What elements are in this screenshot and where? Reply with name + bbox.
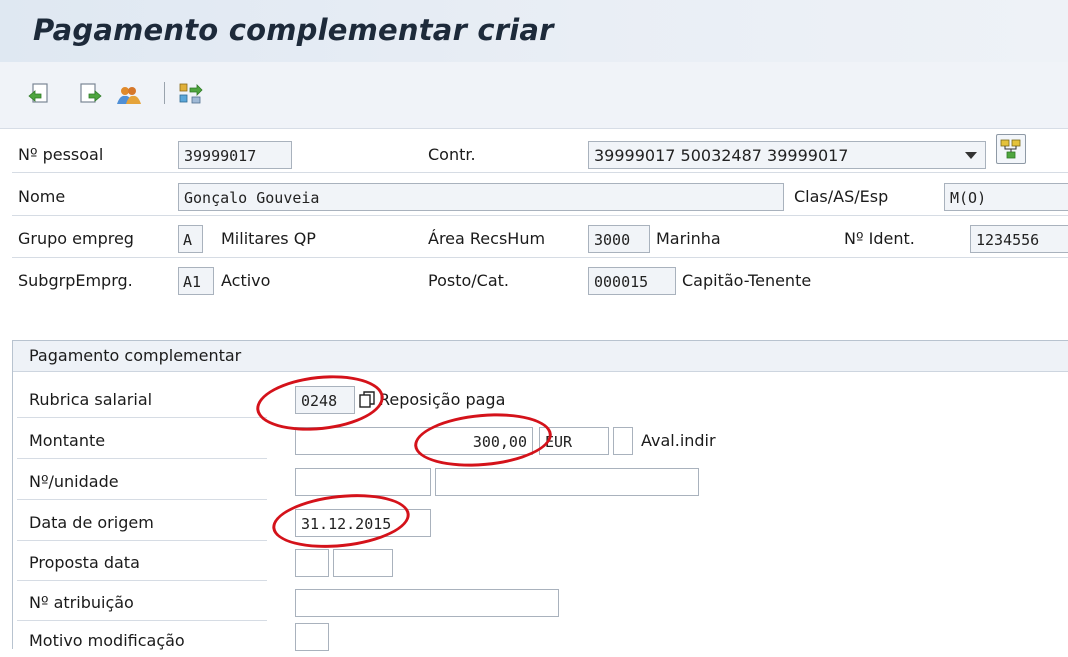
class-field[interactable]: M(O): [944, 183, 1068, 211]
next-icon[interactable]: [75, 79, 105, 109]
row-divider: [17, 580, 267, 581]
position-code[interactable]: 000015: [588, 267, 676, 295]
amount-label: Montante: [29, 431, 106, 450]
proposal-date-field-1[interactable]: [295, 549, 329, 577]
id-no-field[interactable]: 1234556: [970, 225, 1068, 253]
indirect-valuation-label: Aval.indir: [641, 431, 716, 450]
toolbar-separator: [164, 82, 165, 104]
units-unit-field[interactable]: [435, 468, 699, 496]
units-label: Nº/unidade: [29, 472, 119, 491]
employee-subgroup-label: SubgrpEmprg.: [18, 271, 133, 290]
indirect-valuation-checkbox[interactable]: [613, 427, 633, 455]
employee-group-code[interactable]: A: [178, 225, 203, 253]
row-divider: [17, 540, 267, 541]
row-divider: [12, 172, 1068, 173]
application-toolbar: [0, 62, 1068, 129]
assignment-no-label: Nº atribuição: [29, 593, 134, 612]
contract-value: 39999017 50032487 39999017: [594, 146, 849, 165]
group-title: Pagamento complementar: [29, 346, 242, 365]
proposal-date-field-2[interactable]: [333, 549, 393, 577]
change-reason-field[interactable]: [295, 623, 329, 651]
name-label: Nome: [18, 187, 66, 206]
wage-type-text: Reposição paga: [379, 390, 506, 409]
hr-area-text: Marinha: [656, 229, 721, 248]
overview-icon[interactable]: [114, 79, 144, 109]
origin-date-label: Data de origem: [29, 513, 154, 532]
row-divider: [12, 215, 1068, 216]
personnel-no-field[interactable]: 39999017: [178, 141, 292, 169]
title-bar: Pagamento complementar criar: [0, 0, 1068, 62]
contract-select[interactable]: 39999017 50032487 39999017: [588, 141, 986, 169]
hr-area-label: Área RecsHum: [428, 229, 546, 248]
position-label: Posto/Cat.: [428, 271, 509, 290]
employee-subgroup-code[interactable]: A1: [178, 267, 214, 295]
row-divider: [12, 257, 1068, 258]
row-divider: [17, 458, 267, 459]
units-number-field[interactable]: [295, 468, 431, 496]
employee-group-label: Grupo empreg: [18, 229, 134, 248]
name-field[interactable]: Gonçalo Gouveia: [178, 183, 784, 211]
proposal-date-label: Proposta data: [29, 553, 140, 572]
org-structure-icon: [1000, 139, 1021, 159]
page-title: Pagamento complementar criar: [33, 13, 554, 47]
employee-subgroup-text: Activo: [221, 271, 271, 290]
supplementary-payment-group: Pagamento complementar Rubrica salarial …: [12, 340, 1068, 651]
previous-icon[interactable]: [26, 79, 56, 109]
contract-label: Contr.: [428, 145, 476, 164]
wage-type-label: Rubrica salarial: [29, 390, 153, 409]
sort-icon[interactable]: [176, 79, 206, 109]
org-structure-button[interactable]: [996, 134, 1026, 164]
row-divider: [17, 417, 267, 418]
group-header: Pagamento complementar: [13, 341, 1068, 372]
chevron-down-icon[interactable]: [965, 152, 977, 159]
row-divider: [17, 499, 267, 500]
class-label: Clas/AS/Esp: [794, 187, 889, 206]
position-text: Capitão-Tenente: [682, 271, 812, 290]
row-divider: [17, 620, 267, 621]
header-section: Nº pessoal 39999017 Contr. 39999017 5003…: [0, 129, 1068, 319]
hr-area-code[interactable]: 3000: [588, 225, 650, 253]
assignment-no-field[interactable]: [295, 589, 559, 617]
id-no-label: Nº Ident.: [844, 229, 915, 248]
personnel-no-label: Nº pessoal: [18, 145, 104, 164]
change-reason-label: Motivo modificação: [29, 631, 185, 650]
employee-group-text: Militares QP: [221, 229, 316, 248]
